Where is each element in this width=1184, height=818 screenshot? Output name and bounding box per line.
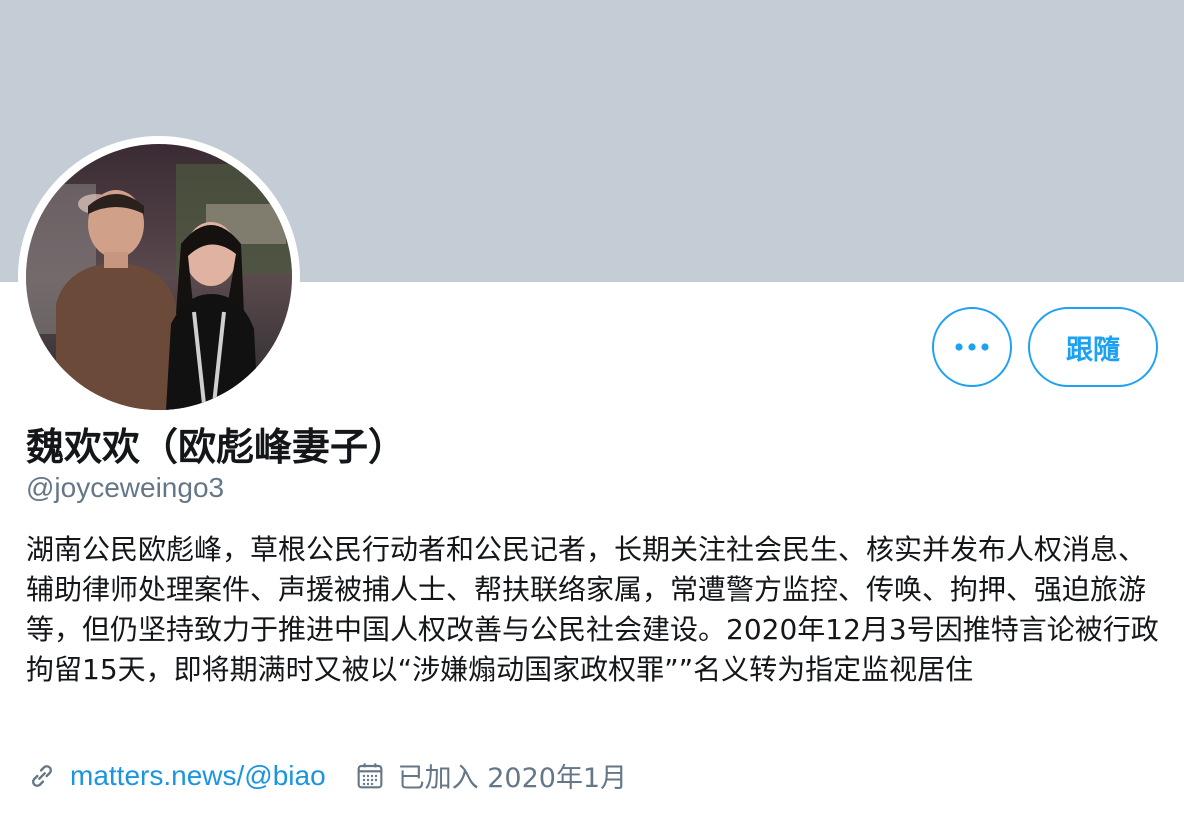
follow-button[interactable]: 跟隨 xyxy=(1028,307,1158,387)
calendar-icon xyxy=(354,760,386,792)
link-icon xyxy=(26,760,58,792)
avatar-photo-image xyxy=(26,144,292,410)
profile-avatar[interactable] xyxy=(18,136,300,418)
profile-meta: matters.news/@biao 已加入 2020年1月 xyxy=(26,756,627,795)
user-handle: @joyceweingo3 xyxy=(26,472,225,503)
more-options-button[interactable] xyxy=(932,307,1012,387)
display-name: 魏欢欢（欧彪峰妻子） xyxy=(26,425,407,469)
avatar-photo xyxy=(26,144,292,410)
website-link[interactable]: matters.news/@biao xyxy=(70,760,326,792)
profile-bio: 湖南公民欧彪峰，草根公民行动者和公民记者，长期关注社会民生、核实并发布人权消息、… xyxy=(26,533,1159,686)
more-icon xyxy=(955,343,989,351)
profile-page: 跟隨 魏欢欢（欧彪峰妻子） @joyceweingo3 湖南公民欧彪峰，草根公民… xyxy=(0,0,1184,818)
join-date: 已加入 2020年1月 xyxy=(397,763,628,794)
